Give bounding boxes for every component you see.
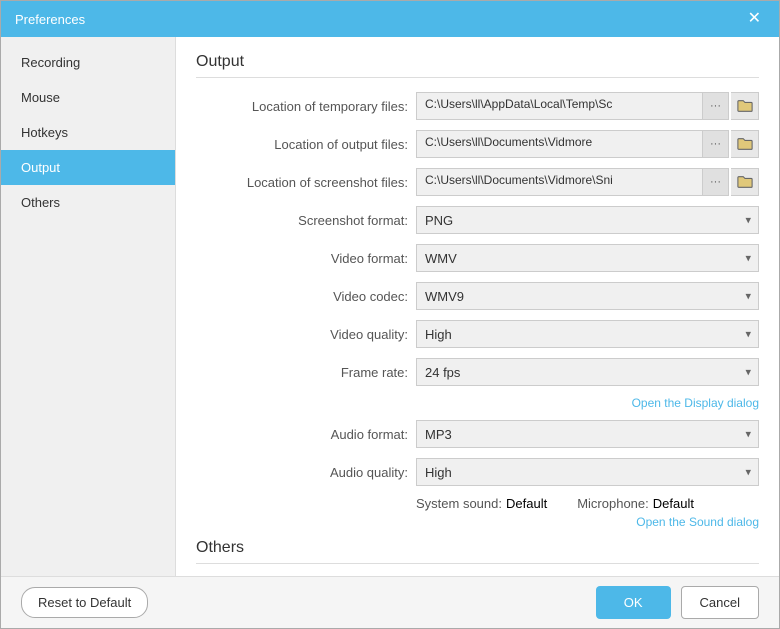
sidebar-item-hotkeys[interactable]: Hotkeys bbox=[1, 115, 175, 150]
audio-format-wrapper: MP3 AAC M4A WMA FLAC ▾ bbox=[416, 420, 759, 448]
footer: Reset to Default OK Cancel bbox=[1, 576, 779, 628]
video-codec-label: Video codec: bbox=[196, 289, 416, 304]
frame-rate-row: Frame rate: 24 fps 20 fps 15 fps 10 fps … bbox=[196, 358, 759, 386]
video-format-row: Video format: WMV MP4 MOV AVI ▾ bbox=[196, 244, 759, 272]
reset-to-default-button[interactable]: Reset to Default bbox=[21, 587, 148, 618]
video-quality-label: Video quality: bbox=[196, 327, 416, 342]
frame-rate-wrapper: 24 fps 20 fps 15 fps 10 fps 5 fps 1 fps … bbox=[416, 358, 759, 386]
system-sound-row: System sound: Default Microphone: Default bbox=[196, 496, 759, 511]
others-section: Others bbox=[196, 539, 759, 564]
microphone-text: Microphone: Default bbox=[577, 496, 694, 511]
audio-format-row: Audio format: MP3 AAC M4A WMA FLAC ▾ bbox=[196, 420, 759, 448]
system-sound-label: System sound: bbox=[416, 496, 502, 511]
sidebar-item-recording[interactable]: Recording bbox=[1, 45, 175, 80]
audio-format-label: Audio format: bbox=[196, 427, 416, 442]
frame-rate-label: Frame rate: bbox=[196, 365, 416, 380]
audio-quality-wrapper: High Medium Low Lossless Custom ▾ bbox=[416, 458, 759, 486]
ok-button[interactable]: OK bbox=[596, 586, 671, 619]
close-button[interactable]: ✕ bbox=[744, 9, 765, 29]
video-quality-row: Video quality: High Medium Low Lossless … bbox=[196, 320, 759, 348]
screenshot-files-value: C:\Users\ll\Documents\Vidmore\Sni bbox=[416, 168, 703, 196]
sidebar: Recording Mouse Hotkeys Output Others bbox=[1, 37, 176, 576]
cancel-button[interactable]: Cancel bbox=[681, 586, 759, 619]
frame-rate-select[interactable]: 24 fps 20 fps 15 fps 10 fps 5 fps 1 fps bbox=[416, 358, 759, 386]
open-display-dialog-link[interactable]: Open the Display dialog bbox=[632, 396, 759, 410]
content-area: Recording Mouse Hotkeys Output Others Ou… bbox=[1, 37, 779, 576]
output-files-label: Location of output files: bbox=[196, 137, 416, 152]
screenshot-files-input-group: C:\Users\ll\Documents\Vidmore\Sni ··· bbox=[416, 168, 759, 196]
video-format-wrapper: WMV MP4 MOV AVI ▾ bbox=[416, 244, 759, 272]
output-section-title: Output bbox=[196, 53, 759, 78]
video-codec-row: Video codec: WMV9 WMV8 ▾ bbox=[196, 282, 759, 310]
preferences-window: Preferences ✕ Recording Mouse Hotkeys Ou… bbox=[0, 0, 780, 629]
output-files-value: C:\Users\ll\Documents\Vidmore bbox=[416, 130, 703, 158]
video-format-select[interactable]: WMV MP4 MOV AVI bbox=[416, 244, 759, 272]
temp-files-row: Location of temporary files: C:\Users\ll… bbox=[196, 92, 759, 120]
output-files-row: Location of output files: C:\Users\ll\Do… bbox=[196, 130, 759, 158]
screenshot-files-folder-button[interactable] bbox=[731, 168, 759, 196]
screenshot-files-row: Location of screenshot files: C:\Users\l… bbox=[196, 168, 759, 196]
temp-files-label: Location of temporary files: bbox=[196, 99, 416, 114]
microphone-value: Default bbox=[653, 496, 694, 511]
output-files-input-group: C:\Users\ll\Documents\Vidmore ··· bbox=[416, 130, 759, 158]
video-codec-select[interactable]: WMV9 WMV8 bbox=[416, 282, 759, 310]
audio-quality-row: Audio quality: High Medium Low Lossless … bbox=[196, 458, 759, 486]
footer-right: OK Cancel bbox=[596, 586, 759, 619]
folder-icon bbox=[737, 99, 753, 113]
main-content: Output Location of temporary files: C:\U… bbox=[176, 37, 779, 576]
temp-files-value: C:\Users\ll\AppData\Local\Temp\Sc bbox=[416, 92, 703, 120]
screenshot-format-label: Screenshot format: bbox=[196, 213, 416, 228]
microphone-label: Microphone: bbox=[577, 496, 649, 511]
screenshot-files-dots-button[interactable]: ··· bbox=[703, 168, 729, 196]
video-format-label: Video format: bbox=[196, 251, 416, 266]
sidebar-item-others[interactable]: Others bbox=[1, 185, 175, 220]
screenshot-format-wrapper: PNG JPG BMP GIF ▾ bbox=[416, 206, 759, 234]
output-files-folder-button[interactable] bbox=[731, 130, 759, 158]
titlebar: Preferences ✕ bbox=[1, 1, 779, 37]
audio-quality-select[interactable]: High Medium Low Lossless Custom bbox=[416, 458, 759, 486]
output-files-dots-button[interactable]: ··· bbox=[703, 130, 729, 158]
screenshot-format-select[interactable]: PNG JPG BMP GIF bbox=[416, 206, 759, 234]
screenshot-format-row: Screenshot format: PNG JPG BMP GIF ▾ bbox=[196, 206, 759, 234]
video-quality-select[interactable]: High Medium Low Lossless Custom bbox=[416, 320, 759, 348]
sidebar-item-mouse[interactable]: Mouse bbox=[1, 80, 175, 115]
window-title: Preferences bbox=[15, 12, 85, 27]
audio-format-select[interactable]: MP3 AAC M4A WMA FLAC bbox=[416, 420, 759, 448]
system-sound-value: Default bbox=[506, 496, 547, 511]
audio-quality-label: Audio quality: bbox=[196, 465, 416, 480]
open-sound-dialog-link[interactable]: Open the Sound dialog bbox=[636, 515, 759, 529]
folder-icon bbox=[737, 175, 753, 189]
open-display-dialog-row: Open the Display dialog bbox=[196, 396, 759, 410]
screenshot-files-label: Location of screenshot files: bbox=[196, 175, 416, 190]
sidebar-item-output[interactable]: Output bbox=[1, 150, 175, 185]
temp-files-folder-button[interactable] bbox=[731, 92, 759, 120]
video-codec-wrapper: WMV9 WMV8 ▾ bbox=[416, 282, 759, 310]
system-sound-text: System sound: Default bbox=[416, 496, 547, 511]
temp-files-dots-button[interactable]: ··· bbox=[703, 92, 729, 120]
folder-icon bbox=[737, 137, 753, 151]
open-sound-dialog-row: Open the Sound dialog bbox=[196, 515, 759, 529]
others-section-title: Others bbox=[196, 539, 759, 564]
temp-files-input-group: C:\Users\ll\AppData\Local\Temp\Sc ··· bbox=[416, 92, 759, 120]
video-quality-wrapper: High Medium Low Lossless Custom ▾ bbox=[416, 320, 759, 348]
